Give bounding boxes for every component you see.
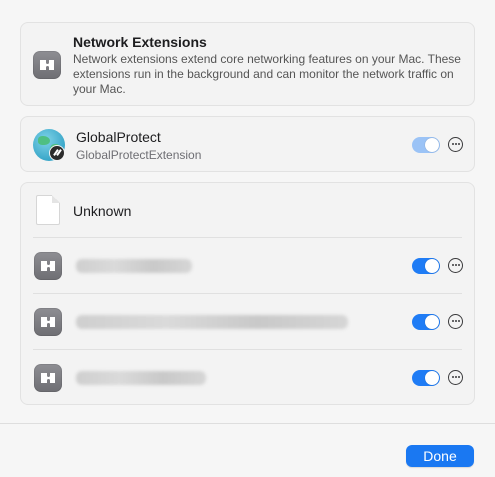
divider — [33, 237, 462, 238]
extension-puzzle-icon — [33, 51, 61, 79]
globalprotect-row: GlobalProtect GlobalProtectExtension — [20, 116, 475, 172]
more-options-icon[interactable] — [448, 314, 463, 329]
more-options-icon[interactable] — [448, 258, 463, 273]
extension-puzzle-icon — [34, 364, 62, 392]
document-icon — [36, 195, 60, 225]
footer-divider — [0, 423, 495, 424]
extension-toggle[interactable] — [412, 314, 440, 330]
divider — [33, 349, 462, 350]
done-button[interactable]: Done — [406, 445, 474, 467]
network-extensions-sheet: Network Extensions Network extensions ex… — [0, 0, 495, 477]
redacted-extension-name — [76, 371, 206, 385]
unknown-extensions-group: Unknown — [20, 182, 475, 405]
globalprotect-badge-icon — [49, 145, 65, 161]
redacted-extension-name — [76, 315, 348, 329]
extension-toggle[interactable] — [412, 370, 440, 386]
group-label: Unknown — [73, 203, 132, 219]
header-card: Network Extensions Network extensions ex… — [20, 22, 475, 106]
extension-puzzle-icon — [34, 308, 62, 336]
page-description: Network extensions extend core networkin… — [73, 52, 461, 96]
more-options-icon[interactable] — [448, 137, 463, 152]
globalprotect-toggle[interactable] — [412, 137, 440, 153]
divider — [33, 293, 462, 294]
more-options-icon[interactable] — [448, 370, 463, 385]
page-title: Network Extensions — [73, 34, 207, 50]
extension-puzzle-icon — [34, 252, 62, 280]
extension-identifier: GlobalProtectExtension — [76, 148, 202, 162]
extension-name: GlobalProtect — [76, 129, 161, 145]
extension-toggle[interactable] — [412, 258, 440, 274]
redacted-extension-name — [76, 259, 192, 273]
